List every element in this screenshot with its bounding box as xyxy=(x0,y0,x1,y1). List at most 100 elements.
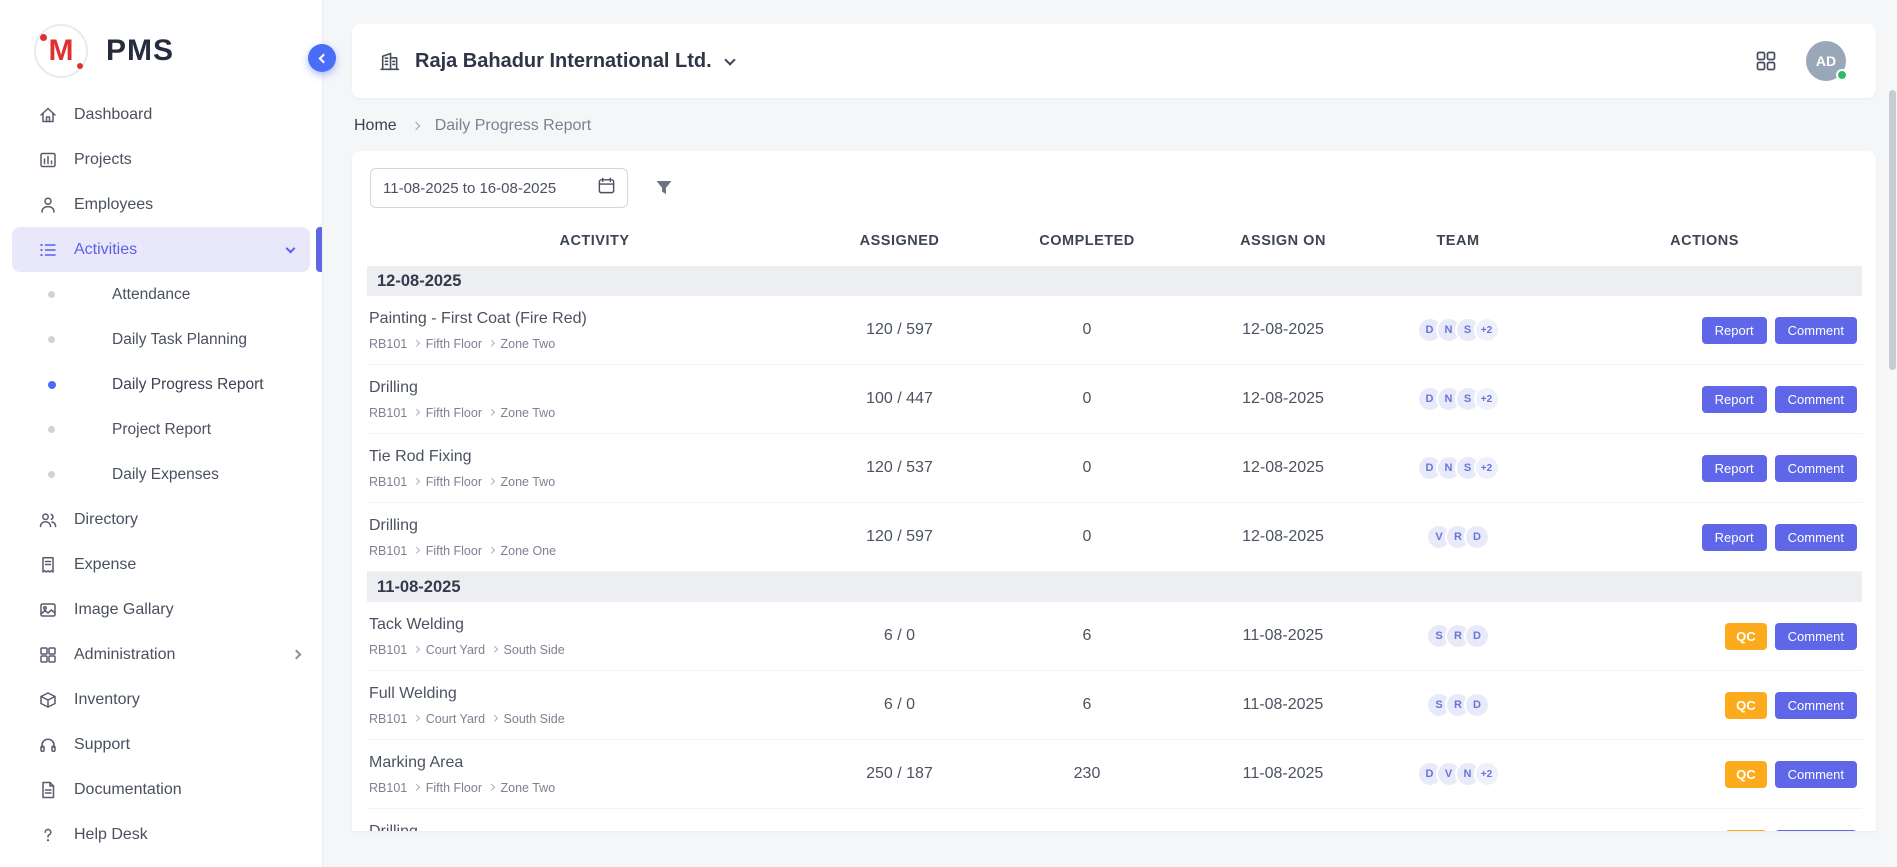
sidebar-item-directory[interactable]: Directory xyxy=(0,497,322,542)
comment-button[interactable]: Comment xyxy=(1775,524,1857,551)
sidebar-item-projects[interactable]: Projects xyxy=(0,137,322,182)
actions-cell: QC Comment xyxy=(1547,830,1862,831)
team-more-badge[interactable]: +2 xyxy=(1474,317,1500,343)
activity-cell: Full Welding RB101Court YardSouth Side xyxy=(367,685,822,726)
team-avatar[interactable]: R xyxy=(1455,831,1481,832)
comment-button[interactable]: Comment xyxy=(1775,761,1857,788)
qc-button[interactable]: QC xyxy=(1725,623,1767,650)
date-group-header: 11-08-2025 xyxy=(367,572,1862,602)
sidebar-subitem-daily-expenses[interactable]: Daily Expenses xyxy=(0,452,322,497)
date-range-input[interactable] xyxy=(383,180,589,197)
filter-button[interactable] xyxy=(654,178,674,198)
team-more-badge[interactable]: +2 xyxy=(1474,455,1500,481)
sidebar-item-label: Documentation xyxy=(74,781,182,799)
sidebar-item-inventory[interactable]: Inventory xyxy=(0,677,322,722)
chevron-right-icon xyxy=(488,547,494,553)
sidebar-subitem-daily-progress-report[interactable]: Daily Progress Report xyxy=(0,362,322,407)
path-segment: Fifth Floor xyxy=(426,337,482,351)
apps-grid-button[interactable] xyxy=(1754,49,1778,73)
path-segment: RB101 xyxy=(369,544,407,558)
sidebar-item-administration[interactable]: Administration xyxy=(0,632,322,677)
sidebar-collapse-button[interactable] xyxy=(308,44,336,72)
chevron-right-icon xyxy=(413,409,419,415)
sidebar-item-image-gallary[interactable]: Image Gallary xyxy=(0,587,322,632)
qc-button[interactable]: QC xyxy=(1725,692,1767,719)
activity-name: Full Welding xyxy=(369,685,822,703)
table-row: Marking Area RB101Fifth FloorZone Two 25… xyxy=(367,740,1862,809)
assigned-value: 120 / 537 xyxy=(822,459,977,477)
path-segment: Court Yard xyxy=(426,712,485,726)
team-avatar[interactable]: N xyxy=(1436,831,1462,832)
comment-button[interactable]: Comment xyxy=(1775,386,1857,413)
team-more-badge[interactable]: +2 xyxy=(1474,386,1500,412)
activity-cell: Drilling RB101Fifth FloorZone One xyxy=(367,517,822,558)
comment-button[interactable]: Comment xyxy=(1775,692,1857,719)
comment-button[interactable]: Comment xyxy=(1775,623,1857,650)
sidebar-item-employees[interactable]: Employees xyxy=(0,182,322,227)
path-segment: RB101 xyxy=(369,781,407,795)
chevron-right-icon xyxy=(491,715,497,721)
team-cell: S R D xyxy=(1369,623,1547,649)
sidebar-item-expense[interactable]: Expense xyxy=(0,542,322,587)
sidebar-subitem-attendance[interactable]: Attendance xyxy=(0,272,322,317)
path-segment: RB101 xyxy=(369,712,407,726)
box-icon xyxy=(38,690,58,710)
sidebar-subitem-daily-task-planning[interactable]: Daily Task Planning xyxy=(0,317,322,362)
path-segment: RB101 xyxy=(369,337,407,351)
table-row: Tie Rod Fixing RB101Fifth FloorZone Two … xyxy=(367,434,1862,503)
team-avatar[interactable]: D xyxy=(1464,623,1490,649)
table-row: Drilling RB101Fifth FloorZone One 120 / … xyxy=(367,503,1862,572)
date-group-header: 12-08-2025 xyxy=(367,266,1862,296)
report-button[interactable]: Report xyxy=(1702,455,1767,482)
scrollbar-thumb[interactable] xyxy=(1889,90,1896,370)
assigned-value: 250 / 187 xyxy=(822,765,977,783)
sidebar-item-label: Employees xyxy=(74,196,153,214)
company-selector[interactable]: Raja Bahadur International Ltd. xyxy=(378,50,734,73)
active-item-indicator xyxy=(316,227,322,272)
completed-value: 6 xyxy=(977,696,1197,714)
team-more-badge[interactable]: +2 xyxy=(1474,761,1500,787)
chevron-right-icon xyxy=(413,784,419,790)
sidebar-item-activities[interactable]: Activities xyxy=(12,227,310,272)
assign-on-value: 12-08-2025 xyxy=(1197,390,1369,408)
activity-path: RB101Fifth FloorZone Two xyxy=(369,337,822,351)
team-cell: S R D xyxy=(1369,692,1547,718)
activity-name: Tie Rod Fixing xyxy=(369,448,822,466)
bullet-icon xyxy=(48,471,55,478)
assign-on-value: 11-08-2025 xyxy=(1197,765,1369,783)
team-avatar[interactable]: D xyxy=(1464,692,1490,718)
column-header-activity: ACTIVITY xyxy=(367,233,822,249)
sidebar-item-support[interactable]: Support xyxy=(0,722,322,767)
sidebar-item-dashboard[interactable]: Dashboard xyxy=(0,92,322,137)
sidebar-subitem-label: Daily Expenses xyxy=(112,466,219,484)
sidebar-subitem-project-report[interactable]: Project Report xyxy=(0,407,322,452)
report-button[interactable]: Report xyxy=(1702,317,1767,344)
completed-value: 230 xyxy=(977,765,1197,783)
user-avatar[interactable]: AD xyxy=(1806,41,1846,81)
team-avatar[interactable]: D xyxy=(1464,524,1490,550)
sidebar-item-label: Dashboard xyxy=(74,106,152,124)
activity-cell: Marking Area RB101Fifth FloorZone Two xyxy=(367,754,822,795)
assign-on-value: 12-08-2025 xyxy=(1197,321,1369,339)
path-segment: Zone Two xyxy=(501,475,556,489)
path-segment: Fifth Floor xyxy=(426,781,482,795)
comment-button[interactable]: Comment xyxy=(1775,455,1857,482)
qc-button[interactable]: QC xyxy=(1725,830,1767,831)
sidebar-item-documentation[interactable]: Documentation xyxy=(0,767,322,812)
report-button[interactable]: Report xyxy=(1702,386,1767,413)
report-button[interactable]: Report xyxy=(1702,524,1767,551)
qc-button[interactable]: QC xyxy=(1725,761,1767,788)
date-range-field[interactable] xyxy=(370,168,628,208)
sidebar-item-help-desk[interactable]: Help Desk xyxy=(0,812,322,857)
path-segment: Fifth Floor xyxy=(426,475,482,489)
breadcrumb-home-link[interactable]: Home xyxy=(354,117,397,135)
comment-button[interactable]: Comment xyxy=(1775,830,1857,831)
topbar: Raja Bahadur International Ltd. AD xyxy=(352,24,1876,98)
column-header-actions: ACTIONS xyxy=(1547,233,1862,249)
activity-path: RB101Court YardSouth Side xyxy=(369,643,822,657)
comment-button[interactable]: Comment xyxy=(1775,317,1857,344)
vertical-scrollbar[interactable] xyxy=(1888,0,1897,867)
completed-value: 0 xyxy=(977,459,1197,477)
sidebar-item-label: Administration xyxy=(74,646,175,664)
assigned-value: 6 / 0 xyxy=(822,696,977,714)
